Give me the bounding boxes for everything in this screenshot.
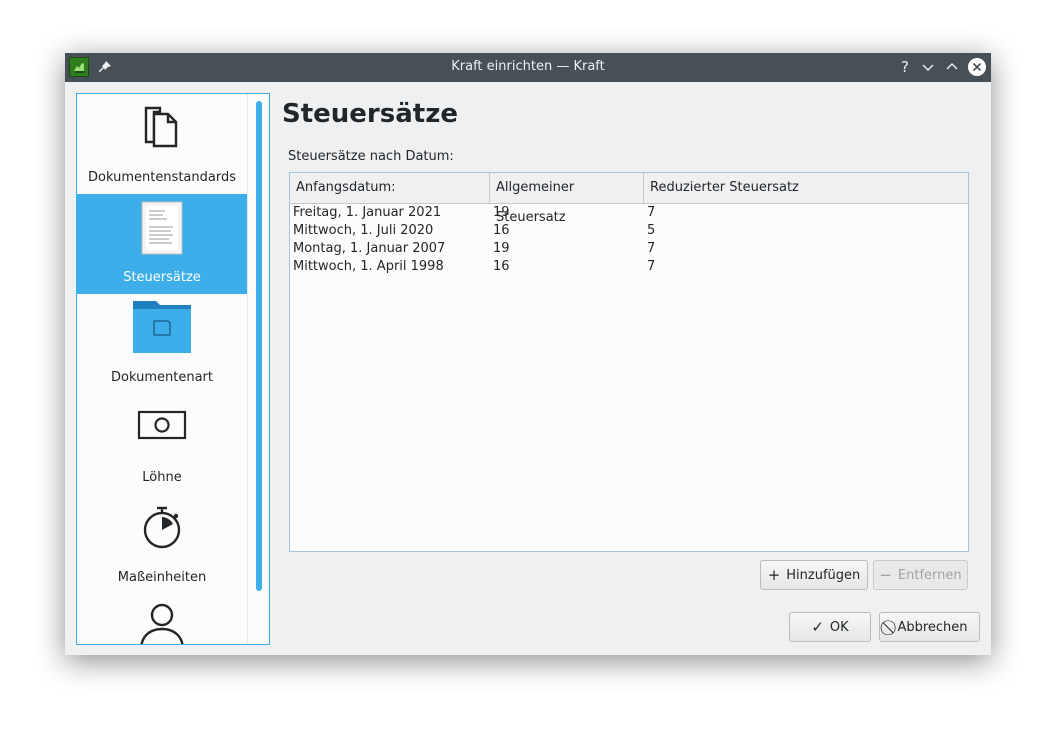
tax-document-icon xyxy=(139,200,185,260)
plus-icon: + xyxy=(767,565,781,584)
cell-general-rate: 16 xyxy=(493,223,510,238)
column-header-start-date[interactable]: Anfangsdatum: xyxy=(290,173,490,203)
folder-icon xyxy=(132,299,192,359)
cell-general-rate: 19 xyxy=(493,205,510,220)
cell-reduced-rate: 7 xyxy=(647,241,656,256)
sidebar-item-label: Steuersätze xyxy=(123,270,201,285)
user-icon xyxy=(138,602,186,644)
cancel-button[interactable]: ⃠ Abbrechen xyxy=(879,612,980,642)
table-row[interactable]: Mittwoch, 1. April 1998 16 7 xyxy=(290,258,968,276)
column-header-reduced-rate[interactable]: Reduzierter Steuersatz xyxy=(644,173,968,203)
cell-general-rate: 16 xyxy=(493,259,510,274)
sidebar-item-loehne[interactable]: Löhne xyxy=(77,394,247,494)
page-title: Steuersätze xyxy=(282,99,458,129)
sidebar-item-dokumentenstandards[interactable]: Dokumentenstandards xyxy=(77,94,247,194)
remove-button-label: Entfernen xyxy=(897,567,962,583)
ok-button[interactable]: ✓ OK xyxy=(789,612,871,642)
title-bar: Kraft einrichten — Kraft ? xyxy=(65,53,991,82)
cancel-button-label: Abbrechen xyxy=(897,619,968,635)
cell-reduced-rate: 7 xyxy=(647,259,656,274)
sidebar-item-user[interactable] xyxy=(77,594,247,644)
stopwatch-icon xyxy=(140,504,184,554)
table-row[interactable]: Freitag, 1. Januar 2021 19 7 xyxy=(290,204,968,222)
table-row[interactable]: Mittwoch, 1. Juli 2020 16 5 xyxy=(290,222,968,240)
column-header-general-rate[interactable]: Allgemeiner Steuersatz xyxy=(490,173,644,225)
remove-button[interactable]: − Entfernen xyxy=(873,560,968,590)
sidebar-item-steuersaetze[interactable]: Steuersätze xyxy=(77,194,247,294)
help-icon[interactable]: ? xyxy=(896,58,914,76)
table-header: Anfangsdatum: Allgemeiner Steuersatz Red… xyxy=(290,173,968,225)
sidebar-item-label: Dokumentenstandards xyxy=(87,170,236,185)
settings-sidebar: Dokumentenstandards Steuersätze Dokument… xyxy=(76,93,270,645)
money-icon xyxy=(137,410,187,444)
cell-start-date: Freitag, 1. Januar 2021 xyxy=(293,205,442,220)
cell-reduced-rate: 5 xyxy=(647,223,656,238)
sidebar-divider xyxy=(247,94,248,644)
add-button[interactable]: + Hinzufügen xyxy=(760,560,868,590)
minus-icon: − xyxy=(879,565,892,584)
sidebar-item-masseinheiten[interactable]: Maßeinheiten xyxy=(77,494,247,594)
sidebar-item-label: Löhne xyxy=(142,470,182,485)
settings-dialog: Kraft einrichten — Kraft ? Dokumentensta… xyxy=(65,53,991,655)
sidebar-scrollbar[interactable] xyxy=(256,101,262,591)
ok-button-label: OK xyxy=(829,619,849,635)
cell-start-date: Mittwoch, 1. April 1998 xyxy=(293,259,444,274)
checkmark-icon: ✓ xyxy=(811,617,824,636)
maximize-icon[interactable] xyxy=(943,58,961,76)
sidebar-item-label: Dokumentenart xyxy=(111,370,213,385)
cell-start-date: Montag, 1. Januar 2007 xyxy=(293,241,446,256)
close-icon[interactable] xyxy=(968,58,986,76)
cell-reduced-rate: 7 xyxy=(647,205,656,220)
tax-rates-table: Anfangsdatum: Allgemeiner Steuersatz Red… xyxy=(289,172,969,552)
documents-icon xyxy=(140,104,184,152)
table-row[interactable]: Montag, 1. Januar 2007 19 7 xyxy=(290,240,968,258)
window-title: Kraft einrichten — Kraft xyxy=(451,59,605,74)
sidebar-item-dokumentenart[interactable]: Dokumentenart xyxy=(77,294,247,394)
cell-start-date: Mittwoch, 1. Juli 2020 xyxy=(293,223,434,238)
minimize-icon[interactable] xyxy=(919,58,937,76)
sidebar-item-label: Maßeinheiten xyxy=(117,570,207,585)
table-caption: Steuersätze nach Datum: xyxy=(288,149,454,164)
add-button-label: Hinzufügen xyxy=(786,567,861,583)
cell-general-rate: 19 xyxy=(493,241,510,256)
